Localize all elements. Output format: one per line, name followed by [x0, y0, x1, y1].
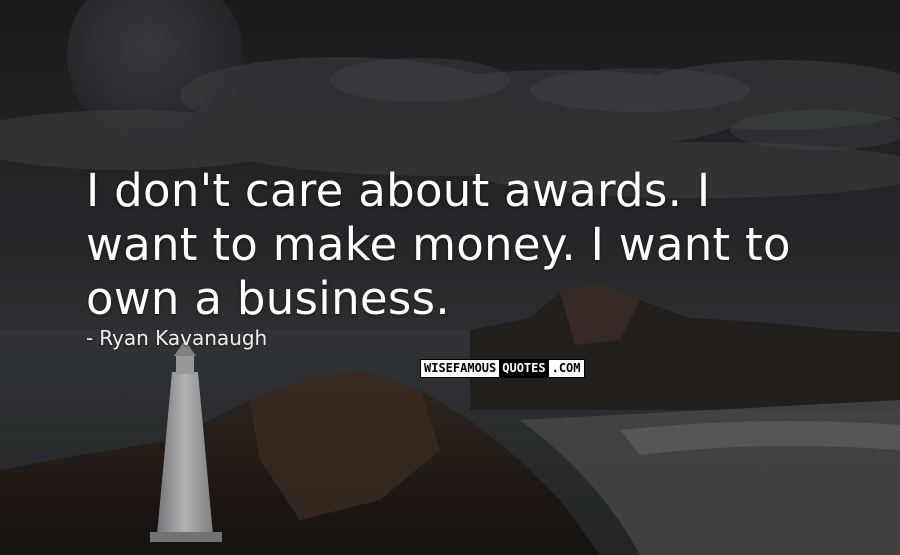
- watermark-part-3: .COM: [548, 360, 584, 377]
- watermark-part-2: QUOTES: [499, 360, 549, 377]
- quote-line: I don't care about awards. I: [86, 164, 711, 217]
- watermark-part-1: WISEFAMOUS: [421, 360, 500, 377]
- quote-text: I don't care about awards. I want to mak…: [86, 164, 846, 326]
- quote-author: - Ryan Kavanaugh: [86, 326, 267, 350]
- author-name: Ryan Kavanaugh: [99, 326, 268, 350]
- quote-line: own a business.: [86, 272, 450, 325]
- author-dash: -: [86, 326, 94, 350]
- quote-line: want to make money. I want to: [86, 218, 791, 271]
- watermark-logo: WISEFAMOUS QUOTES .COM: [420, 359, 585, 378]
